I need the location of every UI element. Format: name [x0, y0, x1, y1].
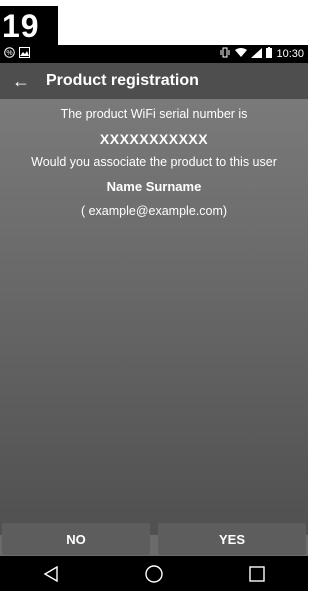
step-number-badge: 19	[0, 6, 58, 46]
vibrate-icon	[219, 47, 231, 61]
serial-intro-text: The product WiFi serial number is	[60, 107, 248, 121]
user-email: ( example@example.com)	[80, 204, 228, 218]
back-triangle-icon[interactable]	[21, 562, 81, 586]
app-bar: ← Product registration	[0, 63, 308, 99]
percent-icon: %	[4, 47, 15, 61]
wifi-icon	[235, 47, 248, 61]
battery-icon	[266, 47, 273, 61]
action-buttons: NO YES	[0, 523, 308, 555]
status-bar: % 10:30	[0, 45, 308, 63]
svg-text:%: %	[6, 50, 12, 57]
image-icon	[19, 47, 30, 61]
no-button[interactable]: NO	[2, 523, 150, 555]
page-title: Product registration	[46, 72, 199, 89]
arrow-left-icon[interactable]: ←	[12, 71, 30, 92]
yes-button[interactable]: YES	[158, 523, 306, 555]
phone-screen: % 10:30 ← Product registration The produ…	[0, 45, 308, 591]
home-circle-icon[interactable]	[124, 562, 184, 586]
navigation-bar	[0, 556, 308, 591]
signal-icon	[251, 47, 263, 61]
recents-square-icon[interactable]	[227, 562, 287, 586]
clock-time: 10:30	[276, 48, 304, 60]
associate-question-text: Would you associate the product to this …	[31, 155, 277, 169]
registration-dialog: The product WiFi serial number is XXXXXX…	[0, 99, 308, 535]
serial-number: XXXXXXXXXXX	[99, 131, 209, 147]
user-name: Name Surname	[106, 179, 202, 194]
